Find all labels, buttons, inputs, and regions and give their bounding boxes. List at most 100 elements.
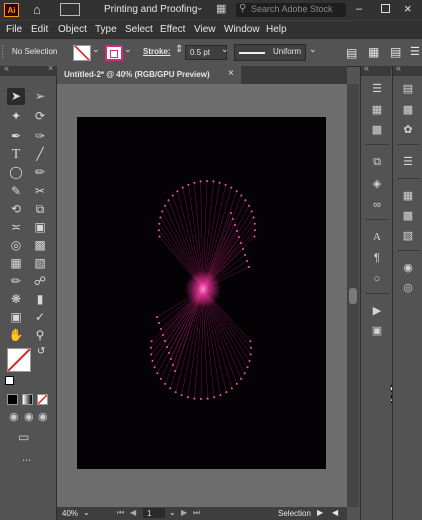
document-tab[interactable]: Untitled-2* @ 40% (RGB/GPU Preview) × xyxy=(57,66,241,84)
symbol-sprayer-tool-icon[interactable]: ❋ xyxy=(7,291,25,308)
menu-file[interactable]: File xyxy=(6,24,22,35)
free-transform-tool-icon[interactable]: ▣ xyxy=(31,219,49,236)
opentype-panel-icon[interactable]: ○ xyxy=(368,271,386,287)
scroll-thumb[interactable] xyxy=(349,288,357,304)
character-panel-icon[interactable]: A xyxy=(368,229,386,245)
stroke-profile-dropdown[interactable]: Uniform xyxy=(234,44,306,61)
stroke-weight-chevron-icon[interactable]: ⌄ xyxy=(221,44,229,55)
artboards-panel-icon[interactable]: ⧉ xyxy=(368,154,386,170)
status-arrow-icon[interactable]: ▶ xyxy=(317,508,323,517)
fill-swatch[interactable] xyxy=(73,45,91,61)
collapse-chevrons-icon[interactable]: « xyxy=(4,63,9,73)
home-icon[interactable]: ⌂ xyxy=(33,2,41,17)
menu-window[interactable]: Window xyxy=(224,24,260,35)
live-paint-tool-icon[interactable]: ▩ xyxy=(31,237,49,254)
zoom-tool-icon[interactable]: ⚲ xyxy=(31,327,49,344)
curvature-tool-icon[interactable]: ✑ xyxy=(31,128,49,145)
workspace-switcher[interactable]: Printing and Proofing ⌄ xyxy=(98,2,208,18)
last-artboard-icon[interactable]: ⏭ xyxy=(193,508,200,518)
blob-brush-tool-icon[interactable]: ✎ xyxy=(7,183,25,200)
stock-search-input[interactable]: ⚲ Search Adobe Stock xyxy=(236,3,346,17)
control-menu-icon[interactable]: ☰ xyxy=(410,45,420,58)
document-info-panel-icon[interactable]: ▣ xyxy=(368,323,386,339)
none-mode-icon[interactable] xyxy=(37,394,48,405)
hand-tool-icon[interactable]: ✋ xyxy=(7,327,25,344)
artboard-number-field[interactable]: 1 xyxy=(143,508,165,518)
next-artboard-icon[interactable]: ▶ xyxy=(181,508,187,517)
first-artboard-icon[interactable]: ⏮ xyxy=(117,508,124,518)
properties-panel-icon[interactable]: ☰ xyxy=(368,81,386,97)
fill-chevron-icon[interactable]: ⌄ xyxy=(92,44,100,55)
eyedropper-tool-icon[interactable]: ✏ xyxy=(7,273,25,290)
minimize-button[interactable]: – xyxy=(356,3,362,15)
artwork-s-letter[interactable] xyxy=(77,117,326,469)
menu-help[interactable]: Help xyxy=(266,24,287,35)
stroke-stepper-icon[interactable]: ⇕ xyxy=(175,44,183,55)
align-icon[interactable]: ▤ xyxy=(346,46,357,60)
draw-normal-icon[interactable]: ◉ xyxy=(9,410,19,423)
lasso-tool-icon[interactable]: ⟳ xyxy=(31,108,49,125)
artboard[interactable] xyxy=(77,117,326,469)
expand-panels-icon[interactable]: « xyxy=(396,63,401,73)
stock-icon[interactable]: ▦ xyxy=(216,2,226,15)
gradient-panel-icon[interactable]: ▧ xyxy=(399,228,417,244)
blend-tool-icon[interactable]: ☍ xyxy=(31,273,49,290)
scale-tool-icon[interactable]: ⧉ xyxy=(31,201,49,218)
artboard-chevron-icon[interactable]: ⌄ xyxy=(169,508,176,517)
paintbrush-tool-icon[interactable]: ✏ xyxy=(31,164,49,181)
graphic-styles-panel-icon[interactable]: ▩ xyxy=(399,208,417,224)
color-panel-icon[interactable]: ▤ xyxy=(399,81,417,97)
menu-object[interactable]: Object xyxy=(58,24,87,35)
ellipse-tool-icon[interactable]: ◯ xyxy=(7,164,25,181)
swap-fill-stroke-icon[interactable]: ↺ xyxy=(37,346,45,357)
gradient-mode-icon[interactable] xyxy=(22,394,33,405)
close-panel-icon[interactable]: × xyxy=(48,63,53,73)
profile-chevron-icon[interactable]: ⌄ xyxy=(309,44,317,55)
draw-inside-icon[interactable]: ◉ xyxy=(38,410,48,423)
close-window-button[interactable]: × xyxy=(404,1,412,16)
stroke-chevron-icon[interactable]: ⌄ xyxy=(124,44,132,55)
actions-panel-icon[interactable]: ▶ xyxy=(368,303,386,319)
links-panel-icon[interactable]: ∞ xyxy=(368,197,386,213)
direct-selection-tool-icon[interactable]: ➢ xyxy=(31,88,49,105)
libraries-panel-icon[interactable]: ▦ xyxy=(368,102,386,118)
stroke-label[interactable]: Stroke: xyxy=(143,47,171,56)
mesh-tool-icon[interactable]: ▦ xyxy=(7,255,25,272)
color-mode-icon[interactable] xyxy=(7,394,18,405)
stroke-panel-icon[interactable]: ☰ xyxy=(399,154,417,170)
grip-handle[interactable] xyxy=(2,45,5,59)
menu-type[interactable]: Type xyxy=(95,24,117,35)
arrange-documents-icon[interactable] xyxy=(60,3,80,16)
selection-tool-icon[interactable]: ➤ xyxy=(7,88,25,105)
scroll-left-icon[interactable]: ◀ xyxy=(332,508,338,517)
gradient-tool-icon[interactable]: ▧ xyxy=(31,255,49,272)
paragraph-panel-icon[interactable]: ¶ xyxy=(368,250,386,266)
brushes-panel-icon[interactable]: ✿ xyxy=(399,122,417,138)
transparency-panel-icon[interactable]: ◉ xyxy=(399,260,417,276)
default-colors-icon[interactable] xyxy=(5,376,14,385)
arrange-icon[interactable]: ▤ xyxy=(390,45,401,59)
magic-wand-tool-icon[interactable]: ✦ xyxy=(7,108,25,125)
menu-select[interactable]: Select xyxy=(125,24,153,35)
line-tool-icon[interactable]: ╱ xyxy=(31,146,49,163)
shape-builder-tool-icon[interactable]: ◎ xyxy=(7,237,25,254)
zoom-level[interactable]: 40% xyxy=(62,509,78,518)
pen-tool-icon[interactable]: ✒ xyxy=(7,128,25,145)
menu-effect[interactable]: Effect xyxy=(160,24,185,35)
stroke-swatch[interactable] xyxy=(105,45,123,61)
prev-artboard-icon[interactable]: ◀ xyxy=(130,508,136,517)
expand-panels-icon[interactable]: « xyxy=(364,63,369,73)
layers-panel-icon[interactable]: ◈ xyxy=(368,176,386,192)
type-tool-icon[interactable]: T xyxy=(7,146,25,163)
menu-edit[interactable]: Edit xyxy=(31,24,48,35)
draw-behind-icon[interactable]: ◉ xyxy=(24,410,34,423)
transform-icon[interactable]: ▦ xyxy=(368,45,379,59)
zoom-chevron-icon[interactable]: ⌄ xyxy=(83,508,90,517)
artboard-tool-icon[interactable]: ▣ xyxy=(7,309,25,326)
swatches-panel-icon[interactable]: ▩ xyxy=(399,102,417,118)
slice-tool-icon[interactable]: ✓ xyxy=(31,309,49,326)
appearance-panel-icon[interactable]: ▦ xyxy=(399,188,417,204)
layers-alt-panel-icon[interactable]: ▩ xyxy=(368,122,386,138)
width-tool-icon[interactable]: ≍ xyxy=(7,219,25,236)
scissors-tool-icon[interactable]: ✂ xyxy=(31,183,49,200)
